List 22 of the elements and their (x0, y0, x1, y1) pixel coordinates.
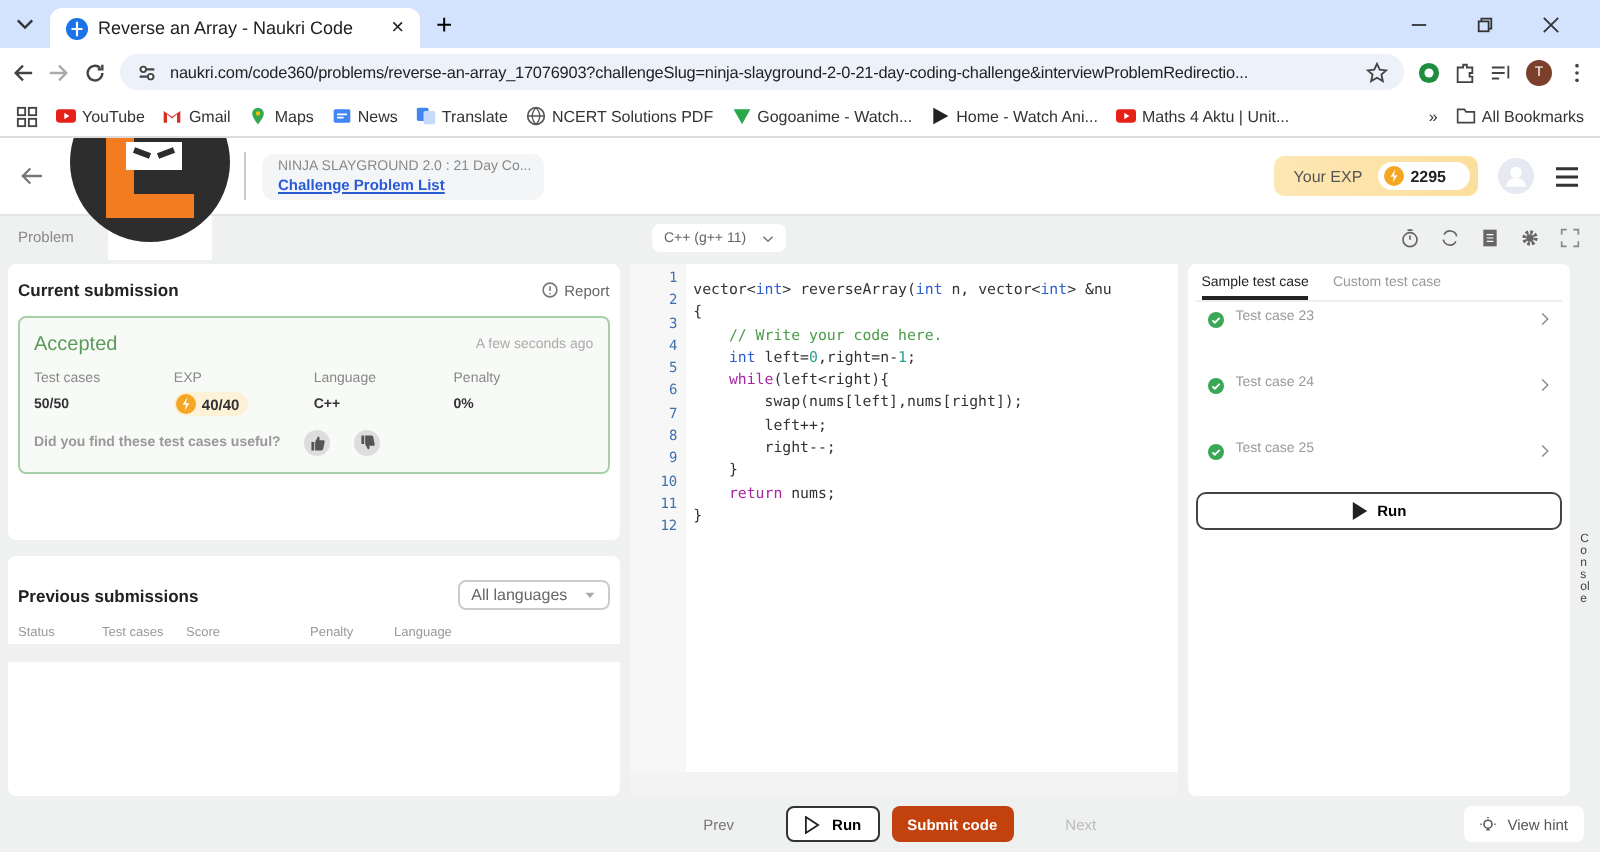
browser-tab[interactable]: Reverse an Array - Naukri Code × (50, 8, 420, 48)
bookmark[interactable]: Gmail (162, 106, 231, 126)
tab-title: Reverse an Array - Naukri Code (98, 18, 356, 38)
bookmark[interactable]: News (331, 106, 398, 126)
bookmark[interactable]: NCERT Solutions PDF (525, 106, 714, 126)
status-text: Accepted (34, 334, 118, 356)
more-bookmarks-button[interactable]: » (1428, 107, 1438, 125)
section-title: Previous submissions (18, 585, 199, 605)
close-tab-button[interactable]: × (391, 16, 404, 40)
bookmark[interactable]: Gogoanime - Watch... (731, 106, 913, 126)
bookmark[interactable]: YouTube (56, 106, 145, 126)
exp-value: 2295 (1410, 167, 1446, 185)
bookmark[interactable]: Translate (415, 106, 508, 126)
bookmark[interactable]: Maths 4 Aktu | Unit... (1115, 106, 1290, 126)
address-bar[interactable]: naukri.com/code360/problems/reverse-an-array_17076903?challengeSlug=ninja-slayground-2-0-21-day-coding-challenge&interviewProblemRedirectio... (120, 54, 1404, 90)
bookmark[interactable]: Home - Watch Ani... (930, 106, 1098, 126)
section-title: Current submission (18, 280, 179, 300)
exp-label: Your EXP (1293, 167, 1363, 185)
bookmark[interactable]: Maps (248, 106, 314, 126)
all-bookmarks-button[interactable]: All Bookmarks (1455, 106, 1584, 126)
language-filter[interactable]: All languages (457, 580, 610, 610)
new-tab-button[interactable]: + (436, 8, 453, 40)
